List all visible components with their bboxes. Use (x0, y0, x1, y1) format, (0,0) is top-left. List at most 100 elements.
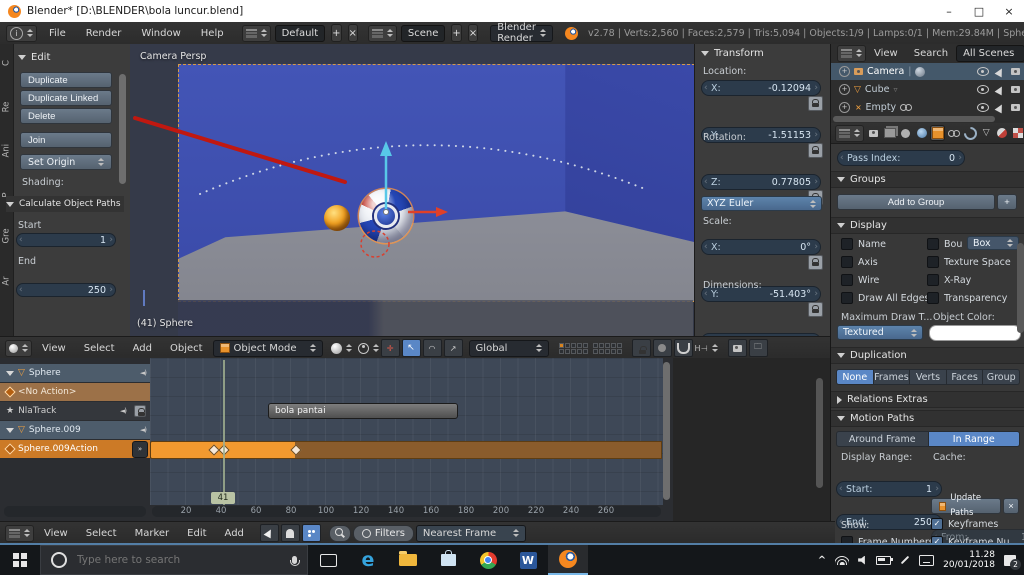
display-wire-checkbox[interactable]: Wire (841, 274, 879, 286)
pass-index-field[interactable]: Pass Index:0 (837, 150, 965, 166)
path-end-field[interactable]: 250 (16, 283, 116, 297)
snap-target-select[interactable]: H⊣ (695, 344, 718, 353)
set-origin-dropdown[interactable]: Set Origin (20, 154, 112, 170)
tab-render-layers[interactable] (883, 126, 896, 140)
viewport-3d[interactable]: Camera Persp (41) Sphere (130, 44, 694, 336)
duplication-faces-button[interactable]: Faces (947, 369, 984, 385)
display-name-checkbox[interactable]: Name (841, 238, 886, 250)
expand-icon[interactable]: + (839, 102, 850, 113)
nla-strip-bola-pantai[interactable]: bola pantai (268, 403, 458, 419)
renderability-camera-icon[interactable] (1011, 68, 1020, 75)
object-color-swatch[interactable] (929, 325, 1021, 341)
nla-channel-sphere-009-action[interactable]: Sphere.009Action » (0, 440, 150, 458)
rotate-manipulator-circle[interactable] (361, 231, 389, 257)
outliner-item-empty[interactable]: + + Empty (831, 99, 1024, 116)
proportional-edit-button[interactable] (653, 339, 672, 357)
selectability-cursor-icon[interactable] (995, 84, 1006, 95)
scene-delete-button[interactable]: × (468, 24, 478, 42)
mute-speaker-icon[interactable]: ◄) (140, 426, 146, 434)
nla-editor-type-button[interactable] (5, 525, 34, 542)
mute-speaker-icon[interactable]: ◄) (120, 407, 126, 415)
outliner-item-cube[interactable]: + ▽ Cube ▿ (831, 81, 1024, 98)
minimize-button[interactable]: – (934, 0, 964, 22)
expand-triangle-icon[interactable] (6, 428, 14, 433)
toolshelf-scrollbar[interactable] (119, 74, 126, 184)
nla-channel-sphere-009[interactable]: ▽ Sphere.009 ◄) (0, 421, 150, 439)
nla-menu-edit[interactable]: Edit (179, 528, 214, 539)
pivot-select[interactable] (358, 343, 379, 354)
taskbar-search-box[interactable] (40, 545, 308, 575)
selectability-cursor-icon[interactable] (995, 66, 1006, 77)
selectability-cursor-icon[interactable] (995, 102, 1006, 113)
mute-speaker-icon[interactable]: ◄) (140, 369, 146, 377)
shading-select[interactable] (331, 343, 352, 354)
nla-menu-add[interactable]: Add (217, 528, 252, 539)
viewport-menu-object[interactable]: Object (162, 343, 211, 354)
outliner-display-mode-select[interactable]: All Scenes (956, 45, 1024, 62)
visibility-eye-icon[interactable] (977, 103, 989, 112)
duplication-frames-button[interactable]: Frames (874, 369, 911, 385)
tab-object[interactable] (931, 126, 944, 140)
tweak-mode-button[interactable] (260, 524, 279, 542)
viewport-editor-type-button[interactable] (5, 340, 32, 357)
tool-tab-1[interactable]: C (2, 57, 12, 70)
snap-button[interactable] (674, 339, 693, 357)
visibility-eye-icon[interactable] (977, 85, 989, 94)
renderability-camera-icon[interactable] (1011, 104, 1020, 111)
tab-world[interactable] (915, 126, 928, 140)
current-frame-playhead[interactable] (223, 360, 225, 505)
nla-timeline-scrollbar[interactable]: 20 40 60 80 100 120 140 160 180 200 220 … (152, 506, 661, 517)
join-button[interactable]: Join (20, 132, 112, 148)
relations-extras-section-header[interactable]: Relations Extras (831, 391, 1024, 408)
tab-constraints[interactable] (947, 126, 960, 140)
outliner-scrollbar[interactable] (833, 116, 995, 122)
bounds-type-select[interactable]: Box (967, 236, 1019, 250)
ghost-frames-button[interactable] (281, 524, 300, 542)
location-x-field[interactable]: X:-0.12094 (701, 80, 821, 96)
layout-browse-button[interactable] (242, 25, 271, 42)
search-filter-button[interactable] (329, 525, 351, 542)
mode-select[interactable]: Object Mode (213, 340, 323, 357)
edit-panel-header[interactable]: Edit (18, 52, 50, 63)
active-action-strip-extension[interactable] (295, 441, 662, 459)
nla-menu-marker[interactable]: Marker (127, 528, 178, 539)
groups-section-header[interactable]: Groups (831, 171, 1024, 188)
tool-tab-2[interactable]: Re (2, 101, 12, 114)
auto-snap-select[interactable]: Nearest Frame (416, 525, 526, 542)
nla-channel-sphere[interactable]: ▽ Sphere ◄) (0, 364, 150, 382)
tab-data[interactable]: ▽ (980, 126, 993, 140)
wifi-icon[interactable] (835, 556, 849, 565)
maximize-button[interactable]: □ (964, 0, 994, 22)
layers-grid-1[interactable] (559, 343, 588, 354)
menu-window[interactable]: Window (133, 28, 188, 39)
display-transparency-checkbox[interactable]: Transparency (927, 292, 1007, 304)
speaker-icon[interactable] (858, 556, 867, 565)
orientation-select[interactable]: Global (469, 340, 549, 357)
nla-channel-nlatrack[interactable]: ★ NlaTrack ◄) (0, 402, 150, 420)
scene-add-button[interactable]: + (451, 24, 461, 42)
word-button[interactable]: W (508, 545, 548, 575)
properties-scrollbar[interactable] (1017, 243, 1024, 333)
add-to-group-button[interactable]: Add to Group (837, 194, 995, 210)
render-opengl-anim-button[interactable]: 🗀 (749, 339, 768, 357)
add-group-plus-button[interactable]: + (997, 194, 1017, 210)
location-y-lock-icon[interactable] (808, 143, 823, 158)
search-input[interactable] (75, 553, 269, 567)
manipulator-center-dot[interactable] (384, 210, 389, 215)
layout-name-field[interactable]: Default (275, 25, 326, 42)
clear-paths-button[interactable]: × (1003, 498, 1019, 514)
filters-button[interactable]: Filters (353, 525, 414, 542)
viewport-menu-add[interactable]: Add (125, 343, 160, 354)
close-button[interactable]: × (994, 0, 1024, 22)
render-engine-select[interactable]: Blender Render (490, 25, 553, 42)
touch-keyboard-icon[interactable] (919, 555, 934, 566)
display-draw-all-edges-checkbox[interactable]: Draw All Edges (841, 292, 930, 304)
update-paths-button[interactable]: Update Paths (931, 498, 1001, 514)
task-view-button[interactable] (308, 545, 348, 575)
tab-modifiers[interactable] (964, 126, 977, 140)
around-frame-button[interactable]: Around Frame (836, 431, 929, 447)
store-button[interactable] (428, 545, 468, 575)
tool-tab-6[interactable]: Ar (2, 275, 12, 288)
start-button[interactable] (0, 545, 40, 575)
action-center-icon[interactable]: 2 (1004, 555, 1016, 566)
